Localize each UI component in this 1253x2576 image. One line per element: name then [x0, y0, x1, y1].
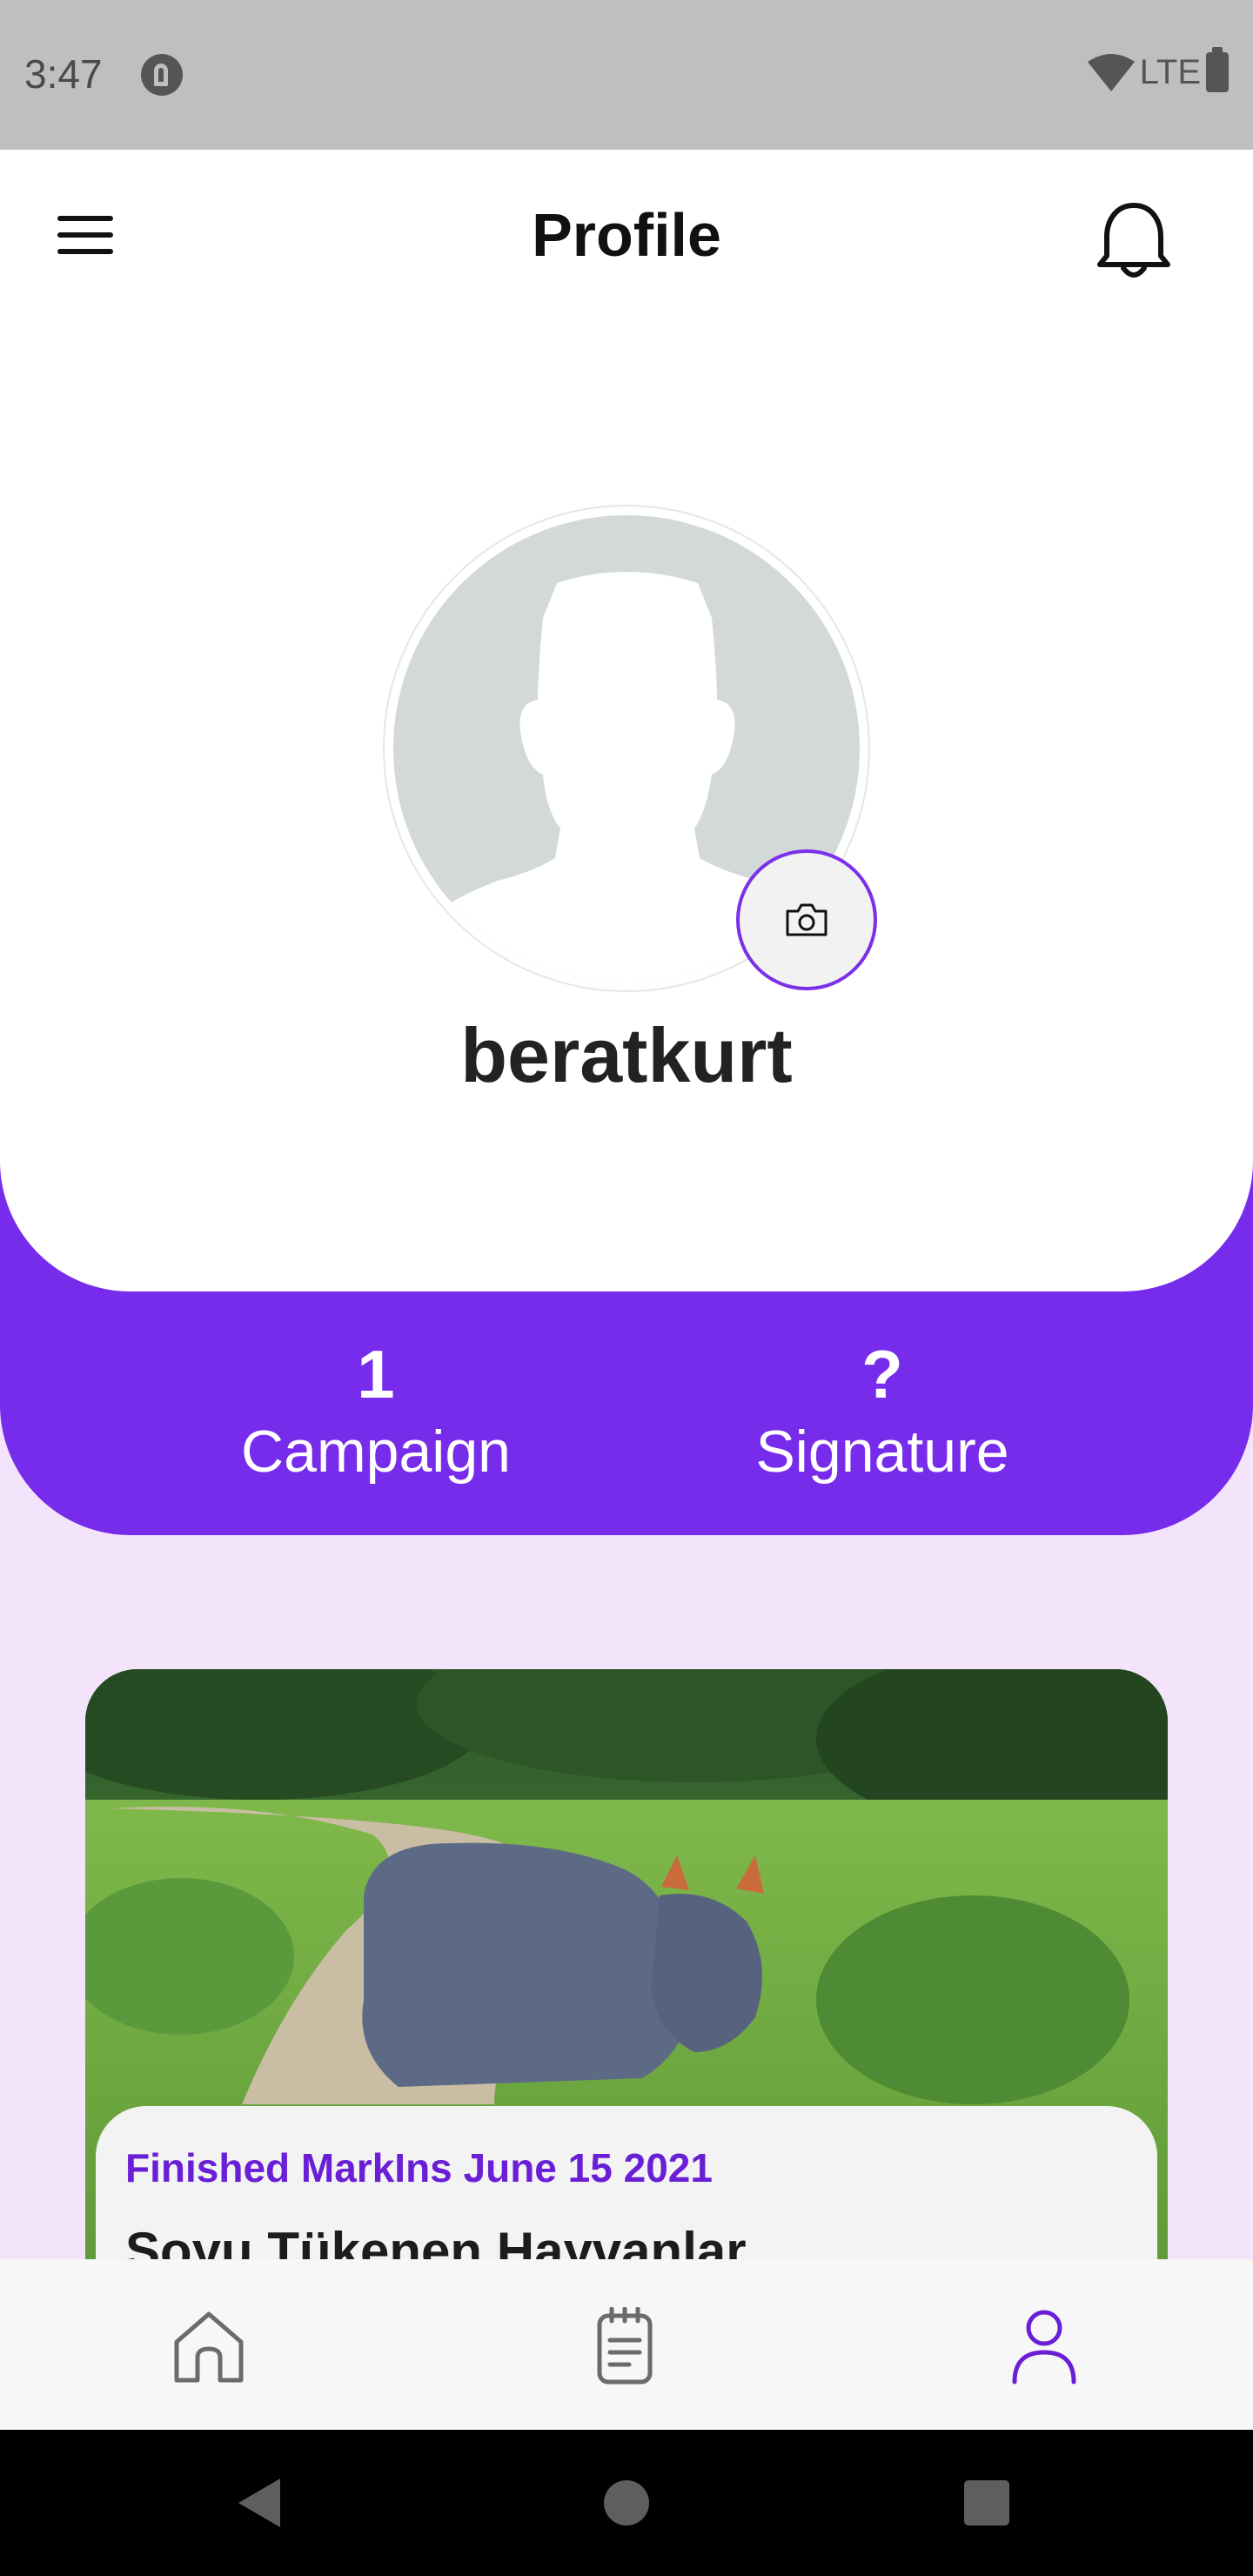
campaign-stat[interactable]: 1 Campaign	[132, 1340, 620, 1490]
page-title: Profile	[532, 201, 721, 269]
username: beratkurt	[460, 1012, 793, 1098]
status-indicators: LTE	[1087, 47, 1229, 94]
campaign-label: Campaign	[241, 1419, 511, 1485]
bell-icon[interactable]	[1095, 198, 1173, 280]
notepad-icon	[597, 2307, 653, 2385]
nav-campaigns[interactable]	[581, 2303, 668, 2390]
signature-stat[interactable]: ? Signature	[639, 1340, 1126, 1490]
profile-header-card: Profile beratkurt	[0, 150, 1253, 1291]
nav-profile[interactable]	[1001, 2303, 1088, 2390]
nav-home[interactable]	[165, 2303, 252, 2390]
battery-icon	[1206, 47, 1229, 92]
campaign-status: Finished MarkIns June 15 2021	[125, 2145, 713, 2190]
wifi-icon	[1087, 54, 1135, 91]
bottom-navigation	[0, 2259, 1253, 2430]
recent-apps-icon[interactable]	[964, 2480, 1009, 2526]
home-icon	[174, 2311, 244, 2383]
profile-icon	[1012, 2310, 1076, 2385]
camera-icon	[786, 903, 828, 936]
network-type: LTE	[1139, 52, 1201, 91]
signature-count: ?	[861, 1336, 903, 1412]
status-bar: 3:47 LTE	[0, 0, 1253, 150]
system-navigation-bar	[0, 2430, 1253, 2576]
back-icon[interactable]	[238, 2479, 280, 2527]
campaign-info: Finished MarkIns June 15 2021 Soyu Tüken…	[96, 2106, 1157, 2278]
campaign-card[interactable]: Finished MarkIns June 15 2021 Soyu Tüken…	[85, 1669, 1168, 2278]
campaign-count: 1	[357, 1336, 395, 1412]
home-circle-icon[interactable]	[604, 2480, 649, 2526]
app-notification-icon	[141, 54, 183, 96]
change-photo-button[interactable]	[736, 849, 877, 990]
status-time: 3:47	[24, 51, 103, 97]
signature-label: Signature	[755, 1419, 1009, 1485]
